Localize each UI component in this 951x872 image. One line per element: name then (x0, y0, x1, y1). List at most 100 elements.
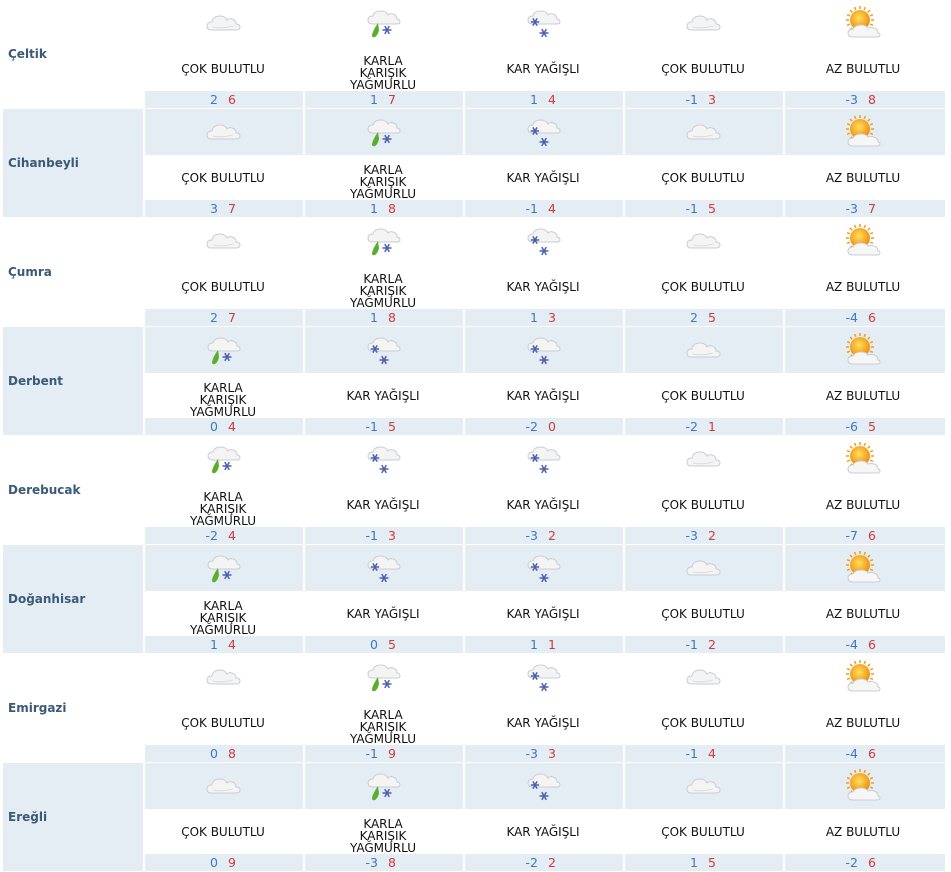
condition-label: ÇOK BULUTLU (661, 825, 745, 839)
condition-label: AZ BULUTLU (825, 607, 901, 621)
temperature-range: -1 5 (624, 200, 782, 217)
cloud-icon (683, 115, 723, 151)
city-name-link[interactable]: Çeltik (3, 47, 47, 61)
column-divider (143, 545, 145, 653)
condition-label: ÇOK BULUTLU (661, 171, 745, 185)
day-forecast-cell: ÇOK BULUTLU 2 7 (144, 218, 302, 326)
min-temp: -3 (845, 201, 858, 216)
cloud-icon (683, 551, 723, 587)
column-divider (783, 545, 785, 653)
city-name-link[interactable]: Çumra (3, 265, 52, 279)
max-temp: 6 (868, 637, 876, 652)
temperature-range: 08 (144, 745, 302, 762)
temperature-range: -1 5 (304, 418, 462, 435)
day-forecast-cell: AZ BULUTLU -2 6 (784, 763, 942, 871)
min-temp: -2 (525, 419, 538, 434)
temperature-range: -3 8 (304, 854, 462, 871)
temperature-range: -4 6 (784, 309, 942, 326)
condition-label: KARLA KARIŞIK YAĞMURLU (189, 490, 257, 528)
day-forecast-cell: ÇOK BULUTLU 2 5 (624, 218, 782, 326)
column-divider (303, 0, 305, 108)
temperature-range: -1 3 (624, 91, 782, 108)
city-name-link[interactable]: Doğanhisar (3, 592, 85, 606)
max-temp: 8 (388, 201, 396, 216)
min-temp: -1 (365, 528, 378, 543)
condition-label: KAR YAĞIŞLI (346, 498, 420, 512)
partly-sunny-icon (843, 115, 883, 151)
city-row: Ereğli ÇOK BULUTLU 0 9 KARLA KARIŞIK YAĞMURL… (3, 763, 945, 872)
city-cell: Derbent (3, 327, 142, 435)
column-divider (143, 436, 145, 544)
snow-icon (523, 115, 563, 151)
city-name-link[interactable]: Derbent (3, 374, 63, 388)
column-divider (303, 218, 305, 326)
condition-label: ÇOK BULUTLU (181, 171, 265, 185)
sleet-icon (203, 442, 243, 478)
column-divider (623, 763, 625, 871)
max-temp: 4 (548, 201, 556, 216)
column-divider (303, 109, 305, 217)
max-temp: 3 (548, 746, 556, 761)
sleet-icon (363, 224, 403, 260)
max-temp: 6 (868, 855, 876, 870)
cloud-icon (683, 442, 723, 478)
day-forecast-cell: KAR YAĞIŞLI 1 4 (464, 0, 622, 108)
temperature-range: 27 (144, 309, 302, 326)
city-row: Emirgazi ÇOK BULUTLU 0 8 KARLA KARIŞIK YAĞMU… (3, 654, 945, 763)
temperature-range: -2 4 (144, 527, 302, 544)
max-temp: 8 (388, 310, 396, 325)
max-temp: 4 (228, 637, 236, 652)
min-temp: -4 (845, 310, 858, 325)
condition-label: ÇOK BULUTLU (661, 280, 745, 294)
temperature-range: -1 3 (304, 527, 462, 544)
condition-label: KAR YAĞIŞLI (506, 825, 580, 839)
temperature-range: -3 7 (784, 200, 942, 217)
forecast-table: Çeltik ÇOK BULUTLU 2 6 KARLA KARIŞIK YAĞMURL… (3, 0, 945, 872)
day-forecast-cell: KARLA KARIŞIK YAĞMURLU 0 4 (144, 327, 302, 435)
city-name-link[interactable]: Derebucak (3, 483, 80, 497)
min-temp: -1 (685, 201, 698, 216)
snow-icon (363, 442, 403, 478)
temperature-range: 14 (464, 91, 622, 108)
city-name-link[interactable]: Ereğli (3, 810, 47, 824)
max-temp: 8 (868, 92, 876, 107)
min-temp: -1 (525, 201, 538, 216)
max-temp: 1 (708, 419, 716, 434)
column-divider (783, 218, 785, 326)
max-temp: 3 (548, 310, 556, 325)
temperature-range: 18 (304, 309, 462, 326)
day-forecast-cell: ÇOK BULUTLU -1 5 (624, 109, 782, 217)
max-temp: 4 (228, 419, 236, 434)
temperature-range: -7 6 (784, 527, 942, 544)
temperature-range: 18 (304, 200, 462, 217)
partly-sunny-icon (843, 551, 883, 587)
condition-label: KAR YAĞIŞLI (506, 498, 580, 512)
day-forecast-cell: KAR YAĞIŞLI -3 3 (464, 654, 622, 762)
min-temp: 1 (210, 637, 218, 652)
column-divider (463, 327, 465, 435)
condition-label: KAR YAĞIŞLI (346, 389, 420, 403)
day-forecast-cell: AZ BULUTLU -4 6 (784, 654, 942, 762)
snow-icon (523, 224, 563, 260)
day-forecast-cell: ÇOK BULUTLU -2 1 (624, 327, 782, 435)
city-name-link[interactable]: Cihanbeyli (3, 156, 79, 170)
min-temp: 1 (530, 92, 538, 107)
cloud-icon (683, 333, 723, 369)
min-temp: -1 (365, 746, 378, 761)
sleet-icon (203, 333, 243, 369)
max-temp: 2 (548, 528, 556, 543)
day-forecast-cell: ÇOK BULUTLU -1 3 (624, 0, 782, 108)
max-temp: 2 (548, 855, 556, 870)
temperature-range: 14 (144, 636, 302, 653)
snow-icon (523, 442, 563, 478)
temperature-range: -2 6 (784, 854, 942, 871)
min-temp: 1 (690, 855, 698, 870)
day-forecast-cell: AZ BULUTLU -6 5 (784, 327, 942, 435)
city-row: Çeltik ÇOK BULUTLU 2 6 KARLA KARIŞIK YAĞMURL… (3, 0, 945, 109)
snow-icon (363, 551, 403, 587)
city-name-link[interactable]: Emirgazi (3, 701, 67, 715)
partly-sunny-icon (843, 6, 883, 42)
max-temp: 5 (868, 419, 876, 434)
column-divider (463, 218, 465, 326)
column-divider (783, 327, 785, 435)
